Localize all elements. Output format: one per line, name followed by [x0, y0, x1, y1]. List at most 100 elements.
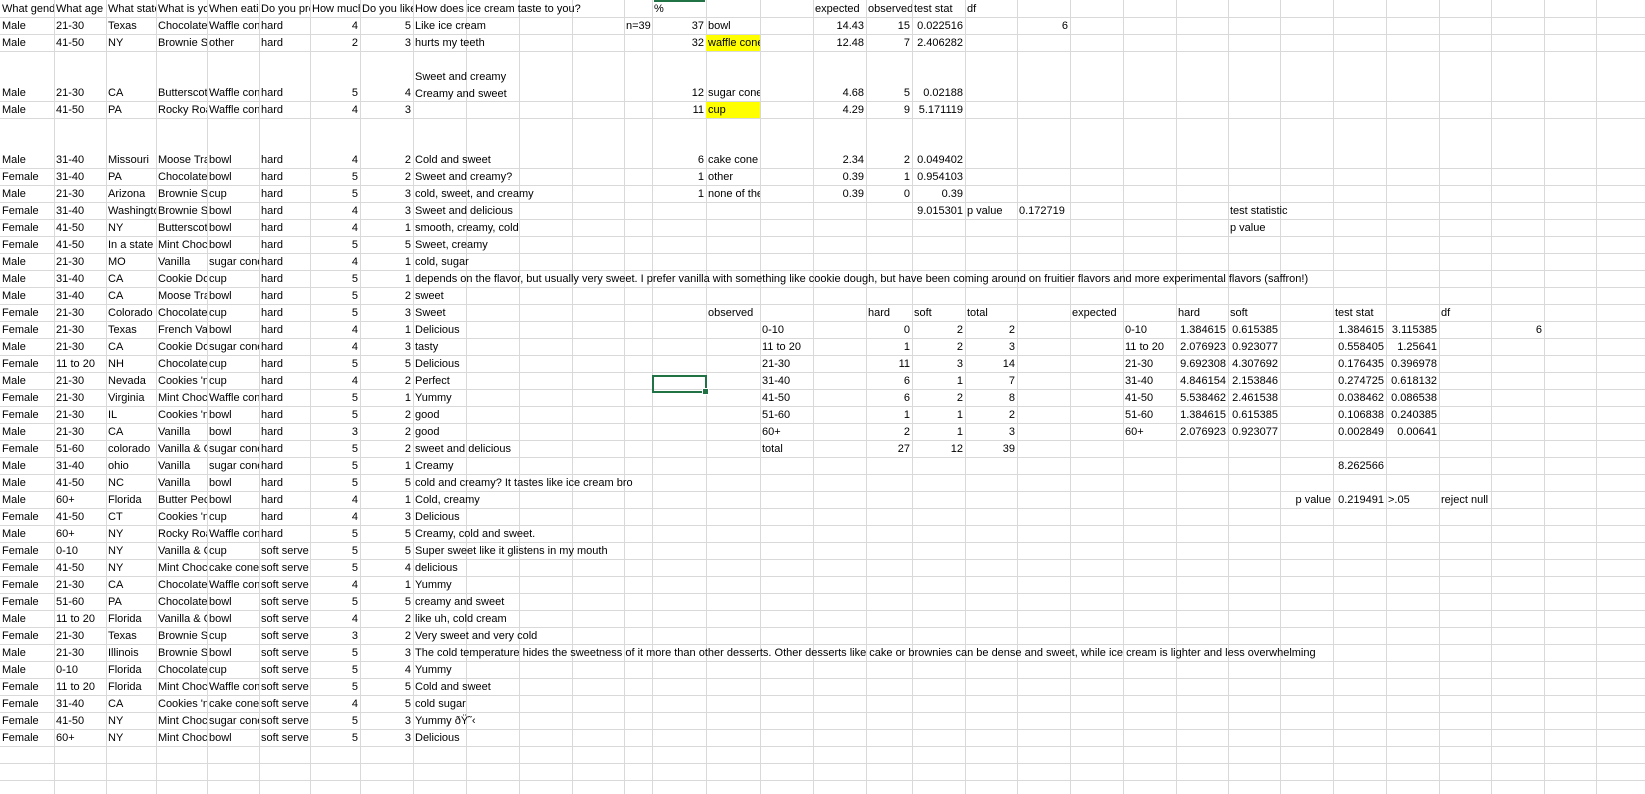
data-cell[interactable]: 5	[360, 696, 413, 712]
gof-header-df[interactable]: df	[965, 1, 1017, 17]
expected-col-hard[interactable]: hard	[1176, 305, 1228, 321]
data-cell[interactable]: Male	[0, 492, 54, 508]
data-cell[interactable]: 21-30	[54, 186, 106, 202]
test-stat-df-label[interactable]: df	[1439, 305, 1491, 321]
expected-hard[interactable]: 2.076923	[1176, 339, 1228, 355]
data-cell[interactable]: bowl	[207, 475, 259, 491]
data-cell[interactable]: Mint Chocolate Chip	[156, 560, 207, 576]
data-cell[interactable]: Female	[0, 356, 54, 372]
data-cell[interactable]: Vanilla	[156, 254, 207, 270]
observed-age[interactable]: 60+	[760, 424, 813, 440]
data-cell[interactable]: 2	[360, 169, 413, 185]
data-cell[interactable]: 2	[360, 424, 413, 440]
data-cell[interactable]: soft serve	[259, 662, 310, 678]
data-cell[interactable]: Arizona	[106, 186, 156, 202]
data-cell[interactable]: 5	[310, 526, 360, 542]
data-cell[interactable]: 4	[310, 220, 360, 236]
observed-soft[interactable]: 3	[912, 356, 965, 372]
data-cell[interactable]: Male	[0, 339, 54, 355]
expected-title[interactable]: expected	[1070, 305, 1123, 321]
data-cell[interactable]: 1	[360, 458, 413, 474]
data-cell[interactable]: hard	[259, 441, 310, 457]
data-cell[interactable]: 2	[360, 152, 413, 168]
data-cell[interactable]: Vanilla	[156, 458, 207, 474]
data-cell[interactable]: Male	[0, 35, 54, 51]
data-cell[interactable]: 5	[310, 305, 360, 321]
data-cell[interactable]: Male	[0, 662, 54, 678]
response-text-cell[interactable]: Sweet and creamy?	[413, 169, 512, 185]
expected-soft[interactable]: 2.153846	[1228, 373, 1280, 389]
observed-total[interactable]: 14	[965, 356, 1017, 372]
data-cell[interactable]: Chocolate	[156, 356, 207, 372]
data-cell[interactable]: cake cone	[207, 696, 259, 712]
data-cell[interactable]: French Vanilla	[156, 322, 207, 338]
response-text-cell[interactable]: hurts my teeth	[413, 35, 485, 51]
data-cell[interactable]: Female	[0, 237, 54, 253]
data-cell[interactable]: hard	[259, 203, 310, 219]
response-text-cell[interactable]: Cold and sweet	[413, 152, 491, 168]
data-cell[interactable]: 41-50	[54, 237, 106, 253]
data-cell[interactable]: sugar cone	[207, 713, 259, 729]
test-stat-hard[interactable]: 1.384615	[1333, 322, 1386, 338]
data-cell[interactable]: Mint Chocolate Chip	[156, 713, 207, 729]
data-cell[interactable]: Female	[0, 594, 54, 610]
observed-title[interactable]: observed	[706, 305, 760, 321]
data-cell[interactable]: Waffle cone	[207, 577, 259, 593]
expected-age[interactable]: 11 to 20	[1123, 339, 1176, 355]
data-cell[interactable]: 5	[310, 237, 360, 253]
observed-soft[interactable]: 2	[912, 339, 965, 355]
data-cell[interactable]: hard	[259, 373, 310, 389]
data-cell[interactable]: cup	[207, 356, 259, 372]
gof-expected[interactable]: 4.68	[813, 85, 866, 101]
expected-soft[interactable]: 0.923077	[1228, 424, 1280, 440]
expected-age[interactable]: 41-50	[1123, 390, 1176, 406]
data-cell[interactable]: bowl	[207, 220, 259, 236]
gof-expected[interactable]: 2.34	[813, 152, 866, 168]
data-cell[interactable]: hard	[259, 509, 310, 525]
data-cell[interactable]: Female	[0, 322, 54, 338]
data-cell[interactable]: Mint Chocolate Chip	[156, 679, 207, 695]
response-text-cell[interactable]: cold sugar	[413, 696, 466, 712]
data-cell[interactable]: colorado	[106, 441, 156, 457]
data-cell[interactable]: cup	[207, 543, 259, 559]
data-cell[interactable]: Vanilla & Chocolate	[156, 441, 207, 457]
data-cell[interactable]: 3	[360, 713, 413, 729]
gof-pct[interactable]: 1	[652, 186, 706, 202]
data-cell[interactable]: Waffle cone	[207, 526, 259, 542]
gof-item[interactable]: none of the above	[706, 186, 760, 202]
data-cell[interactable]: bowl	[207, 730, 259, 746]
data-cell[interactable]: NY	[106, 220, 156, 236]
test-stat-title[interactable]: test stat	[1333, 305, 1386, 321]
test-stat-hard[interactable]: 0.106838	[1333, 407, 1386, 423]
data-cell[interactable]: 3	[360, 730, 413, 746]
data-cell[interactable]: sugar cone	[207, 441, 259, 457]
gof-expected[interactable]: 4.29	[813, 102, 866, 118]
observed-hard[interactable]: 6	[866, 373, 912, 389]
gof-expected[interactable]: 0.39	[813, 186, 866, 202]
data-cell[interactable]: Female	[0, 696, 54, 712]
data-cell[interactable]: 3	[360, 102, 413, 118]
gof-stat[interactable]: 0.02188	[912, 85, 965, 101]
data-cell[interactable]: bowl	[207, 424, 259, 440]
data-cell[interactable]: NY	[106, 560, 156, 576]
response-text-cell[interactable]: sweet and delicious	[413, 441, 511, 457]
data-cell[interactable]: Florida	[106, 662, 156, 678]
data-cell[interactable]: Male	[0, 152, 54, 168]
data-cell[interactable]: 5	[360, 475, 413, 491]
data-cell[interactable]: soft serve	[259, 577, 310, 593]
gof-observed[interactable]: 7	[866, 35, 912, 51]
data-cell[interactable]: soft serve	[259, 628, 310, 644]
data-cell[interactable]: Female	[0, 390, 54, 406]
data-cell[interactable]: hard	[259, 305, 310, 321]
data-cell[interactable]: Waffle cone	[207, 18, 259, 34]
data-cell[interactable]: Cookie Dough	[156, 339, 207, 355]
note-test-statistic[interactable]: test statistic	[1228, 203, 1287, 219]
data-cell[interactable]: 21-30	[54, 390, 106, 406]
data-cell[interactable]: Male	[0, 271, 54, 287]
expected-hard[interactable]: 1.384615	[1176, 407, 1228, 423]
data-cell[interactable]: 21-30	[54, 18, 106, 34]
data-cell[interactable]: bowl	[207, 322, 259, 338]
data-cell[interactable]: 21-30	[54, 305, 106, 321]
data-cell[interactable]: Female	[0, 441, 54, 457]
data-cell[interactable]: 41-50	[54, 560, 106, 576]
